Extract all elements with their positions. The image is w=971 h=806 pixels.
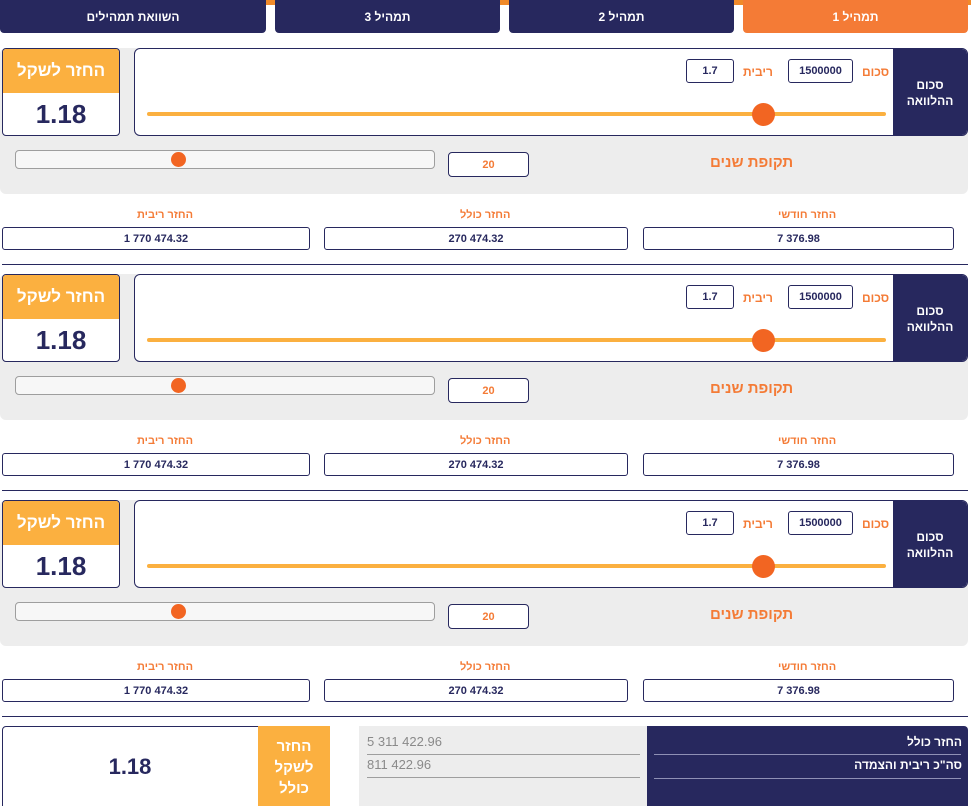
- amount-slider-thumb[interactable]: [752, 329, 775, 352]
- interest-return-label: החזר ריבית: [137, 661, 194, 673]
- years-input[interactable]: 20: [448, 378, 529, 403]
- loan-card: סכום ההלוואה סכום 1500000 ריבית 1.7: [134, 500, 968, 588]
- rate-label: ריבית: [743, 65, 773, 79]
- return-per-shekel-box: החזר לשקל 1.18: [2, 500, 120, 588]
- loan-card: סכום ההלוואה סכום 1500000 ריבית 1.7: [134, 274, 968, 362]
- rate-input[interactable]: 1.7: [686, 511, 734, 535]
- loan-amount-label: סכום ההלוואה: [893, 49, 967, 135]
- monthly-return-field: 7 376.98: [643, 453, 954, 476]
- return-per-shekel-box: החזר לשקל 1.18: [2, 48, 120, 136]
- amount-slider-track[interactable]: [147, 338, 886, 342]
- amount-label: סכום: [862, 65, 890, 79]
- years-slider-track[interactable]: [15, 602, 435, 621]
- years-slider-thumb[interactable]: [171, 152, 186, 167]
- section-divider: [2, 716, 968, 717]
- tab-mix-1[interactable]: תמהיל 1: [743, 0, 968, 33]
- tab-mix-2[interactable]: תמהיל 2: [509, 0, 734, 33]
- monthly-return-field: 7 376.98: [643, 227, 954, 250]
- mix-section: החזר לשקל 1.18 סכום ההלוואה סכום 1500000…: [0, 274, 971, 500]
- rate-label: ריבית: [743, 517, 773, 531]
- return-per-shekel-label: החזר לשקל: [3, 501, 119, 545]
- years-label: תקופת שנים: [710, 154, 794, 171]
- summary-divider: [367, 754, 640, 755]
- summary-label-divider: [654, 754, 961, 755]
- interest-return-field: 1 770 474.32: [2, 453, 310, 476]
- interest-return-label: החזר ריבית: [137, 209, 194, 221]
- summary-total-return-label: החזר כולל: [906, 735, 962, 749]
- return-per-shekel-value: 1.18: [35, 324, 87, 355]
- total-return-label: החזר כולל: [460, 661, 511, 673]
- loan-amount-label: סכום ההלוואה: [893, 501, 967, 587]
- amount-input[interactable]: 1500000: [788, 285, 853, 309]
- return-per-shekel-box: החזר לשקל 1.18: [2, 274, 120, 362]
- rate-input[interactable]: 1.7: [686, 59, 734, 83]
- total-return-field: 270 474.32: [324, 679, 628, 702]
- interest-return-label: החזר ריבית: [137, 435, 194, 447]
- section-divider: [2, 264, 968, 265]
- monthly-return-label: החזר חודשי: [778, 661, 837, 673]
- return-per-shekel-value: 1.18: [35, 98, 87, 129]
- loan-card: סכום ההלוואה סכום 1500000 ריבית 1.7: [134, 48, 968, 136]
- monthly-return-field: 7 376.98: [643, 679, 954, 702]
- years-slider-thumb[interactable]: [171, 604, 186, 619]
- tab-compare-mixes[interactable]: השוואת תמהילים: [0, 0, 266, 33]
- years-label: תקופת שנים: [710, 606, 794, 623]
- summary-total-interest-label: סה"כ ריבית והצמדה: [854, 758, 962, 772]
- amount-slider-track[interactable]: [147, 564, 886, 568]
- amount-label: סכום: [862, 291, 890, 305]
- monthly-return-label: החזר חודשי: [778, 435, 837, 447]
- rate-input[interactable]: 1.7: [686, 285, 734, 309]
- return-per-shekel-value: 1.18: [35, 550, 87, 581]
- summary-return-per-shekel-value: 1.18: [108, 754, 152, 779]
- return-per-shekel-label: החזר לשקל: [3, 49, 119, 93]
- years-input[interactable]: 20: [448, 604, 529, 629]
- interest-return-field: 1 770 474.32: [2, 227, 310, 250]
- total-return-field: 270 474.32: [324, 453, 628, 476]
- amount-slider-thumb[interactable]: [752, 555, 775, 578]
- loan-amount-label: סכום ההלוואה: [893, 275, 967, 361]
- summary-label-divider: [654, 778, 961, 779]
- total-return-label: החזר כולל: [460, 435, 511, 447]
- summary-return-per-shekel-label: החזר לשקל כולל: [258, 726, 330, 806]
- years-slider-track[interactable]: [15, 150, 435, 169]
- amount-input[interactable]: 1500000: [788, 59, 853, 83]
- rate-label: ריבית: [743, 291, 773, 305]
- tab-mix-3[interactable]: תמהיל 3: [275, 0, 500, 33]
- mix-section: החזר לשקל 1.18 סכום ההלוואה סכום 1500000…: [0, 500, 971, 726]
- amount-label: סכום: [862, 517, 890, 531]
- interest-return-field: 1 770 474.32: [2, 679, 310, 702]
- total-return-label: החזר כולל: [460, 209, 511, 221]
- summary-total-interest-value: 811 422.96: [367, 757, 432, 772]
- section-divider: [2, 490, 968, 491]
- years-slider-thumb[interactable]: [171, 378, 186, 393]
- summary-total-return-value: 5 311 422.96: [367, 734, 442, 749]
- summary-divider: [367, 777, 640, 778]
- years-input[interactable]: 20: [448, 152, 529, 177]
- amount-slider-track[interactable]: [147, 112, 886, 116]
- amount-slider-thumb[interactable]: [752, 103, 775, 126]
- years-label: תקופת שנים: [710, 380, 794, 397]
- return-per-shekel-label: החזר לשקל: [3, 275, 119, 319]
- amount-input[interactable]: 1500000: [788, 511, 853, 535]
- monthly-return-label: החזר חודשי: [778, 209, 837, 221]
- years-slider-track[interactable]: [15, 376, 435, 395]
- total-return-field: 270 474.32: [324, 227, 628, 250]
- mix-section: החזר לשקל 1.18 סכום ההלוואה סכום 1500000…: [0, 48, 971, 274]
